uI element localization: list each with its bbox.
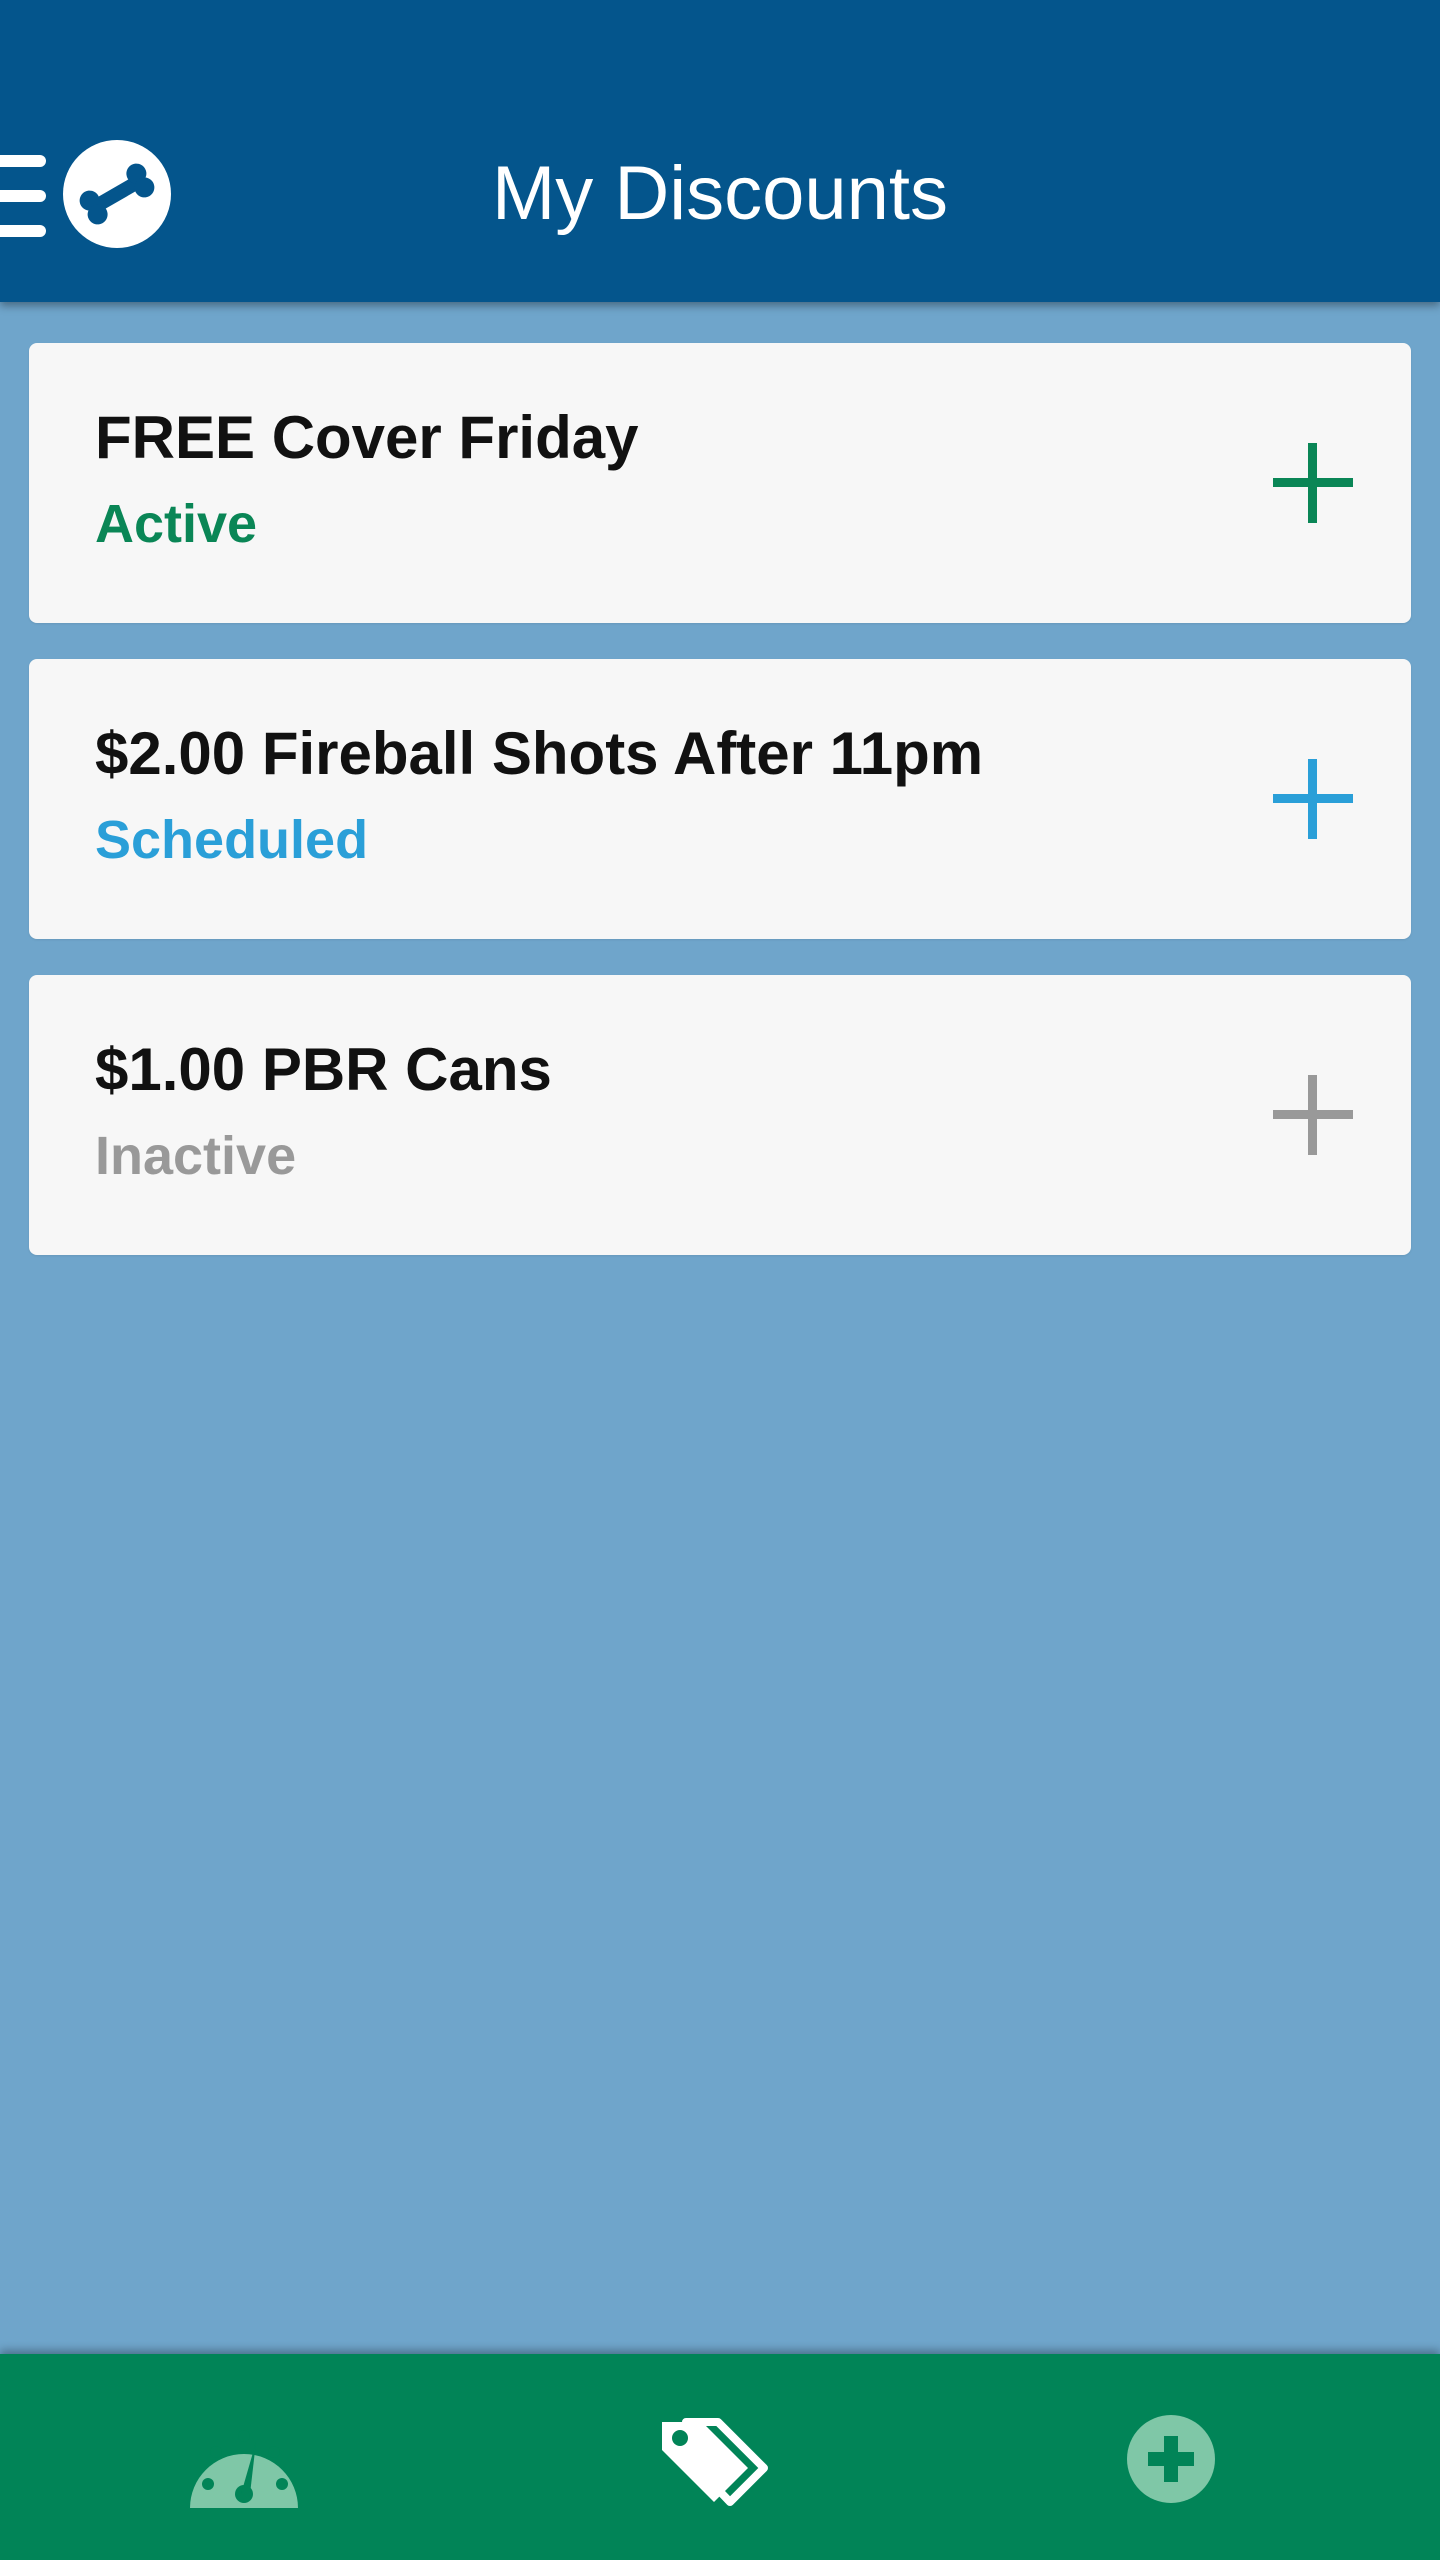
nav-item-add[interactable] xyxy=(960,2354,1440,2560)
discount-card[interactable]: FREE Cover Friday Active xyxy=(29,343,1411,623)
discount-list: FREE Cover Friday Active $2.00 Fireball … xyxy=(29,343,1411,1291)
discount-title: $1.00 PBR Cans xyxy=(95,1036,552,1103)
page-title-text: My Discounts xyxy=(491,151,949,236)
tags-icon xyxy=(662,2418,768,2506)
add-circle-icon xyxy=(1127,2415,1215,2503)
plus-icon[interactable] xyxy=(1273,1075,1353,1155)
nav-item-discounts[interactable] xyxy=(480,2354,960,2560)
plus-icon[interactable] xyxy=(1273,443,1353,523)
discount-card[interactable]: $1.00 PBR Cans Inactive xyxy=(29,975,1411,1255)
discount-status: Active xyxy=(95,494,258,554)
discount-title: $2.00 Fireball Shots After 11pm xyxy=(95,720,984,787)
discount-card[interactable]: $2.00 Fireball Shots After 11pm Schedule… xyxy=(29,659,1411,939)
page-title: My Discounts xyxy=(0,140,1440,248)
nav-item-dashboard[interactable] xyxy=(0,2354,480,2560)
discount-status: Inactive xyxy=(95,1126,297,1186)
plus-icon[interactable] xyxy=(1273,759,1353,839)
discount-status: Scheduled xyxy=(95,810,369,870)
bottom-nav xyxy=(0,2354,1440,2560)
dashboard-gauge-icon xyxy=(190,2430,298,2508)
app-bar: My Discounts xyxy=(0,0,1440,302)
discount-title: FREE Cover Friday xyxy=(95,404,639,471)
